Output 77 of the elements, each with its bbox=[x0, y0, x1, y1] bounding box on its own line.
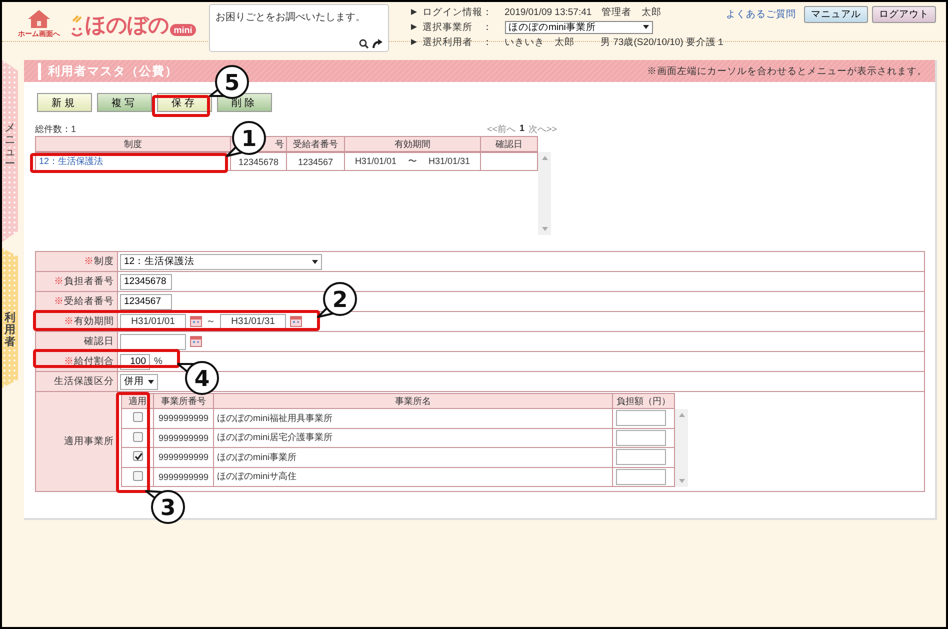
table-cell: 9999999999 bbox=[154, 448, 214, 467]
column-header: 負担額（円） bbox=[612, 394, 674, 408]
table-cell: ほのぼのminiサ高住 bbox=[214, 467, 612, 486]
redo-arrow-icon[interactable] bbox=[372, 38, 382, 49]
info-label: ログイン情報 bbox=[422, 6, 482, 18]
range-separator: ～ bbox=[206, 315, 216, 328]
text-field[interactable]: 1234567 bbox=[120, 294, 172, 310]
table-cell: 9999999999 bbox=[154, 428, 214, 448]
menu-hint: ※画面左端にカーソルを合わせるとメニューが表示されます。 bbox=[647, 64, 927, 78]
checkbox[interactable] bbox=[132, 412, 142, 422]
logo: ほのぼの bbox=[84, 13, 169, 39]
table-cell: ほのぼのmini居宅介護事業所 bbox=[214, 428, 612, 448]
header-button[interactable]: ログアウト bbox=[872, 6, 936, 23]
info-separator: ： bbox=[482, 20, 494, 34]
bullet-icon bbox=[410, 9, 416, 15]
table-cell: 9999999999 bbox=[154, 408, 214, 428]
checkbox[interactable] bbox=[132, 432, 142, 442]
system-select[interactable]: 12：生活保護法 bbox=[120, 254, 322, 270]
percent-unit: % bbox=[154, 356, 162, 367]
text-field[interactable]: 12345678 bbox=[120, 274, 172, 290]
checkbox[interactable] bbox=[132, 470, 142, 481]
next-link[interactable]: 次へ>> bbox=[528, 123, 557, 136]
column-header: 確認日 bbox=[480, 136, 538, 152]
bullet-icon bbox=[410, 24, 416, 30]
faq-link[interactable]: よくあるご質問 bbox=[726, 8, 796, 21]
table-cell: 9999999999 bbox=[154, 467, 214, 486]
category-select[interactable]: 併用 bbox=[120, 374, 158, 390]
calendar-icon[interactable] bbox=[190, 336, 202, 347]
info-separator: ： bbox=[482, 36, 494, 48]
end-date-field[interactable]: H31/01/31 bbox=[220, 314, 286, 330]
toolbar-button[interactable]: 新規 bbox=[37, 93, 92, 112]
page-title: 利用者マスタ（公費） bbox=[38, 62, 178, 80]
table-cell: ほのぼのmini福祉用具事業所 bbox=[214, 408, 612, 428]
field-label: 適用事業所 bbox=[36, 392, 118, 492]
column-header: 制度 bbox=[36, 136, 230, 152]
info-value: いきいき 太郎 bbox=[504, 36, 574, 48]
calendar-icon[interactable] bbox=[290, 316, 302, 327]
logo-badge: mini bbox=[170, 24, 196, 36]
side-tab[interactable]: 利用者 bbox=[2, 248, 18, 388]
column-header: 事業所番号 bbox=[154, 394, 214, 408]
table-cell: ほのぼのmini事業所 bbox=[214, 448, 612, 467]
search-field[interactable]: お困りごとをお調べいたします。 bbox=[208, 4, 388, 52]
side-tab[interactable]: メニュー bbox=[2, 60, 18, 242]
amount-field[interactable] bbox=[616, 449, 666, 466]
column-header: 有効期間 bbox=[344, 136, 480, 152]
table-cell: H31/01/01 〜 H31/01/31 bbox=[344, 152, 480, 170]
total-count: 総件数：1 bbox=[35, 123, 76, 136]
field-label: 生活保護区分 bbox=[36, 372, 118, 392]
house-icon bbox=[26, 9, 52, 29]
user-details: 男 73歳(S20/10/10) 要介護１ bbox=[600, 36, 726, 48]
info-label: 選択事業所 bbox=[422, 20, 474, 34]
checkbox[interactable] bbox=[132, 451, 142, 462]
calendar-icon[interactable] bbox=[190, 316, 202, 327]
amount-field[interactable] bbox=[616, 410, 666, 426]
table-cell: 1234567 bbox=[286, 152, 344, 170]
info-value: 2019/01/09 13:57:41 管理者 太郎 bbox=[504, 6, 662, 18]
date-field[interactable] bbox=[120, 334, 186, 350]
face-icon bbox=[68, 15, 85, 39]
field-label: ※制度 bbox=[36, 252, 118, 272]
field-label: ※負担者番号 bbox=[36, 272, 118, 292]
office-select[interactable]: ほのぼのmini事業所 bbox=[504, 20, 652, 34]
system-link[interactable]: 12：生活保護法 bbox=[39, 156, 104, 166]
toolbar-button[interactable]: 複写 bbox=[97, 93, 152, 112]
info-separator: ： bbox=[482, 6, 494, 18]
prev-link[interactable]: <<前へ bbox=[486, 123, 516, 136]
bullet-icon bbox=[410, 39, 416, 45]
field-label: ※受給者番号 bbox=[36, 292, 118, 312]
column-header: 受給者番号 bbox=[286, 136, 344, 152]
info-label: 選択利用者 bbox=[422, 36, 474, 48]
column-header: 事業所名 bbox=[214, 394, 612, 408]
amount-field[interactable] bbox=[616, 468, 666, 485]
search-icon[interactable] bbox=[358, 38, 368, 48]
header-button[interactable]: マニュアル bbox=[804, 6, 868, 23]
highlight-frame bbox=[152, 95, 210, 117]
page-number: 1 bbox=[519, 123, 524, 135]
amount-field[interactable] bbox=[616, 430, 666, 446]
start-date-field[interactable]: H31/01/01 bbox=[120, 314, 186, 330]
